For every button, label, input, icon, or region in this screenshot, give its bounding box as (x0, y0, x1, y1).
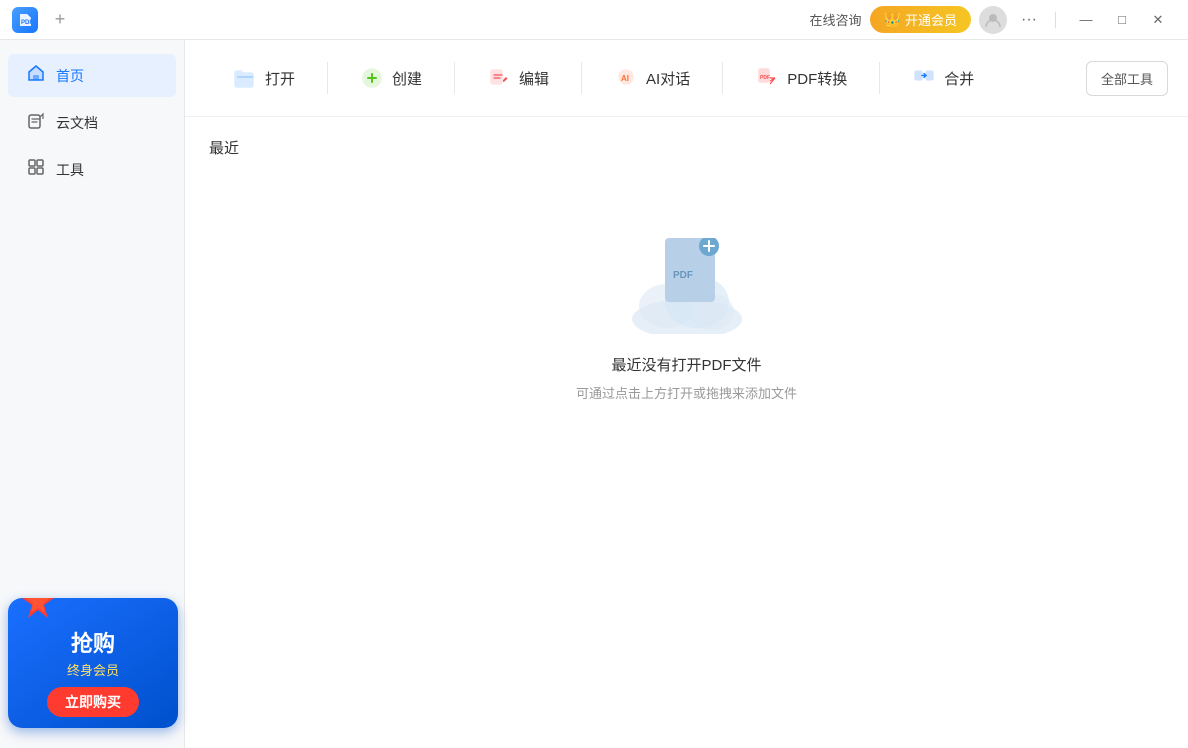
new-tab-button[interactable]: + (46, 6, 74, 34)
toolbar-divider-1 (327, 62, 328, 94)
all-tools-button[interactable]: 全部工具 (1086, 61, 1168, 96)
promo-banner[interactable]: 抢购 终身会员 立即购买 (8, 598, 178, 728)
sidebar-cloud-label: 云文档 (56, 113, 98, 133)
svg-text:AI: AI (621, 74, 629, 83)
toolbar-divider-4 (722, 62, 723, 94)
vip-button[interactable]: 👑 开通会员 (870, 6, 971, 33)
content-area: 打开 创建 (185, 40, 1188, 748)
pdf-icon: PDF (755, 66, 779, 90)
empty-illustration: PDF (627, 234, 747, 334)
ai-label: AI对话 (646, 68, 690, 89)
sidebar-item-tools[interactable]: 工具 (8, 148, 176, 191)
online-consult-link[interactable]: 在线咨询 (810, 10, 862, 29)
empty-pdf-doc: PDF (665, 238, 719, 307)
toolbar-create[interactable]: 创建 (332, 56, 450, 100)
toolbar-divider-2 (454, 62, 455, 94)
avatar-button[interactable] (979, 6, 1007, 34)
svg-text:PDF: PDF (760, 75, 770, 81)
sidebar-home-label: 首页 (56, 66, 84, 86)
sidebar-item-cloud[interactable]: 云文档 (8, 101, 176, 144)
promo-decoration (20, 598, 56, 625)
more-button[interactable]: ··· (1015, 9, 1043, 31)
recent-section: 最近 PDF (185, 117, 1188, 748)
create-label: 创建 (392, 68, 422, 89)
merge-label: 合并 (944, 68, 974, 89)
toolbar-edit[interactable]: 编辑 (459, 56, 577, 100)
ai-icon: AI (614, 66, 638, 90)
pdf-label: PDF转换 (787, 68, 847, 89)
app-logo: PDF (12, 7, 38, 33)
toolbar-divider-5 (879, 62, 880, 94)
recent-title: 最近 (209, 137, 1164, 158)
edit-icon (487, 66, 511, 90)
crown-icon: 👑 (884, 11, 901, 28)
svg-text:PDF: PDF (21, 20, 33, 26)
main-layout: 首页 云文档 工具 (0, 40, 1188, 748)
toolbar-divider-3 (581, 62, 582, 94)
empty-sub-text: 可通过点击上方打开或拖拽来添加文件 (576, 383, 797, 402)
titlebar-right: 在线咨询 👑 开通会员 ··· — □ ✕ (810, 4, 1176, 36)
sidebar-tools-label: 工具 (56, 160, 84, 180)
sidebar-item-home[interactable]: 首页 (8, 54, 176, 97)
empty-main-text: 最近没有打开PDF文件 (611, 354, 761, 375)
promo-text-line1: 抢购 (71, 626, 115, 658)
maximize-button[interactable]: □ (1104, 4, 1140, 36)
close-button[interactable]: ✕ (1140, 4, 1176, 36)
home-icon (26, 64, 46, 87)
toolbar-merge[interactable]: 合并 (884, 56, 1002, 100)
promo-buy-button[interactable]: 立即购买 (47, 687, 139, 717)
open-icon (233, 66, 257, 90)
sidebar: 首页 云文档 工具 (0, 40, 185, 748)
minimize-button[interactable]: — (1068, 4, 1104, 36)
open-label: 打开 (265, 68, 295, 89)
toolbar-open[interactable]: 打开 (205, 56, 323, 100)
svg-text:PDF: PDF (673, 270, 693, 281)
window-controls: — □ ✕ (1068, 4, 1176, 36)
toolbar: 打开 创建 (185, 40, 1188, 117)
promo-text-line2: 终身会员 (67, 660, 119, 679)
titlebar-divider (1055, 12, 1056, 28)
empty-state: PDF 最近没有打开PDF文件 可通过点击上方打开或拖拽来添加文件 (209, 174, 1164, 482)
tools-icon (26, 158, 46, 181)
titlebar-left: PDF + (12, 6, 74, 34)
toolbar-pdf[interactable]: PDF PDF转换 (727, 56, 875, 100)
edit-label: 编辑 (519, 68, 549, 89)
create-icon (360, 66, 384, 90)
titlebar: PDF + 在线咨询 👑 开通会员 ··· — □ ✕ (0, 0, 1188, 40)
toolbar-ai[interactable]: AI AI对话 (586, 56, 718, 100)
cloud-doc-icon (26, 111, 46, 134)
merge-icon (912, 66, 936, 90)
